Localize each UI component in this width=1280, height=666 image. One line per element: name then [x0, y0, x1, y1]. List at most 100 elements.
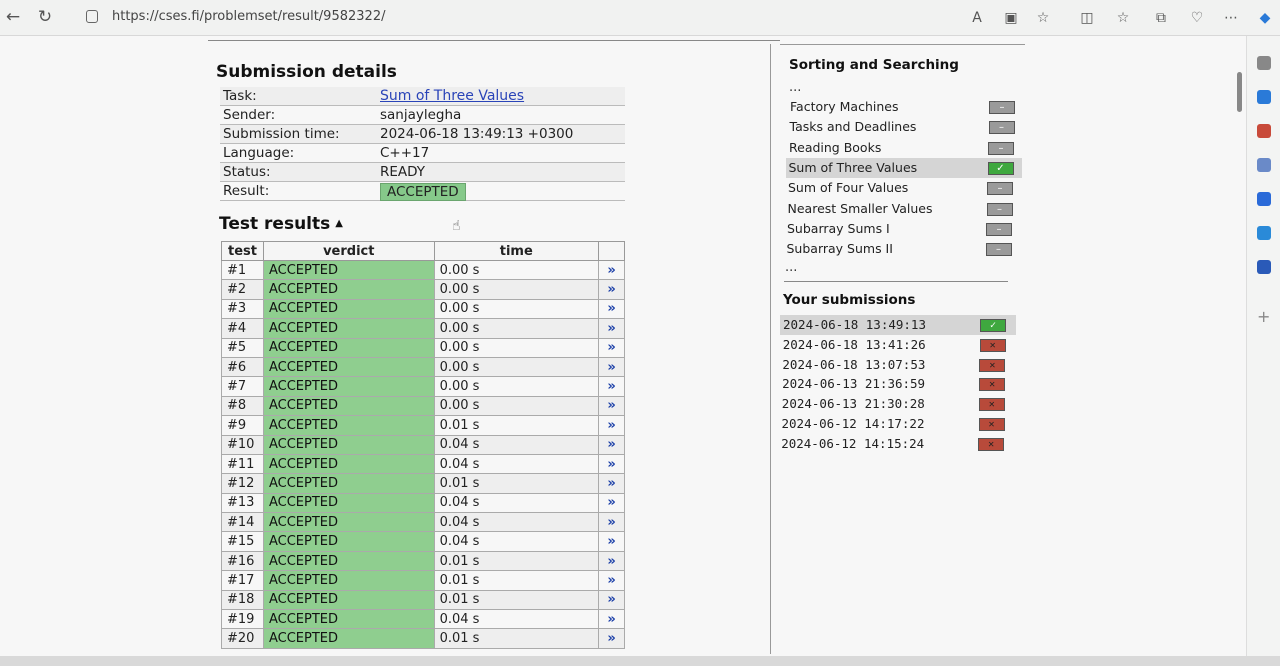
submission-time[interactable]: 2024-06-18 13:07:53	[782, 357, 925, 372]
view-test-icon[interactable]: »	[598, 337, 625, 358]
view-test-icon[interactable]: »	[598, 395, 625, 417]
copilot-icon[interactable]: ◆	[1256, 9, 1274, 27]
task-name[interactable]: Subarray Sums I	[787, 221, 890, 236]
scrollbar-thumb[interactable]	[1237, 72, 1242, 112]
view-test-icon[interactable]: »	[598, 628, 625, 649]
your-submissions-title: Your submissions	[783, 292, 916, 308]
view-test-icon[interactable]: »	[598, 298, 625, 320]
task-item[interactable]: Reading Books –	[786, 138, 1022, 158]
task-item[interactable]: Tasks and Deadlines –	[787, 117, 1023, 137]
submission-time[interactable]: 2024-06-18 13:49:13	[783, 317, 926, 332]
send-icon[interactable]	[1257, 260, 1271, 274]
table-row: #9 ACCEPTED 0.01 s»	[221, 415, 625, 436]
submission-item[interactable]: 2024-06-18 13:07:53 ✕	[779, 355, 1015, 375]
table-row: #11 ACCEPTED 0.04 s»	[221, 453, 625, 475]
test-time: 0.04 s	[433, 492, 600, 514]
view-test-icon[interactable]: »	[598, 570, 625, 591]
address-bar[interactable]: https://cses.fi/problemset/result/958232…	[80, 4, 900, 30]
app-icon[interactable]: ▣	[1002, 9, 1020, 27]
submission-item[interactable]: 2024-06-13 21:30:28 ✕	[779, 394, 1015, 414]
view-test-icon[interactable]: »	[598, 259, 625, 281]
dash-icon: –	[989, 101, 1015, 114]
task-name[interactable]: Tasks and Deadlines	[790, 119, 917, 134]
test-results-table: test verdict time #1 ACCEPTED 0.00 s» #2 ACC…	[221, 241, 625, 649]
task-item[interactable]: Sum of Four Values –	[785, 178, 1021, 198]
submission-item[interactable]: 2024-06-12 14:17:22 ✕	[779, 414, 1015, 434]
task-name[interactable]: Nearest Smaller Values	[788, 201, 933, 216]
view-test-icon[interactable]: »	[598, 453, 625, 475]
detail-key: Result:	[223, 183, 270, 199]
tools-icon[interactable]	[1257, 158, 1271, 172]
task-link[interactable]: Sum of Three Values	[380, 88, 524, 104]
add-icon[interactable]: +	[1257, 309, 1271, 325]
detail-row-result: Result: ACCEPTED	[220, 182, 625, 201]
task-name[interactable]: Sum of Four Values	[788, 180, 908, 195]
cross-icon: ✕	[979, 358, 1006, 372]
view-test-icon[interactable]: »	[598, 492, 625, 514]
view-test-icon[interactable]: »	[598, 318, 625, 339]
back-icon[interactable]: ←	[2, 6, 24, 28]
table-row: #15 ACCEPTED 0.04 s»	[221, 531, 625, 552]
test-verdict: ACCEPTED	[262, 570, 435, 591]
submission-time[interactable]: 2024-06-12 14:17:22	[782, 416, 925, 431]
split-screen-icon[interactable]: ◫	[1078, 9, 1096, 27]
favorites-icon[interactable]: ☆	[1114, 9, 1132, 27]
outlook-icon[interactable]	[1257, 226, 1271, 240]
submission-item[interactable]: 2024-06-13 21:36:59 ✕	[779, 374, 1015, 394]
test-verdict: ACCEPTED	[262, 492, 435, 514]
collections-icon[interactable]: ⧉	[1152, 9, 1170, 27]
table-row: #1 ACCEPTED 0.00 s»	[221, 259, 625, 281]
view-test-icon[interactable]: »	[598, 279, 625, 300]
view-test-icon[interactable]: »	[598, 609, 625, 630]
task-name[interactable]: Reading Books	[789, 140, 881, 155]
search-icon[interactable]	[1257, 56, 1271, 70]
test-number: #3	[221, 298, 264, 320]
task-item[interactable]: Nearest Smaller Values –	[785, 199, 1021, 219]
view-test-icon[interactable]: »	[598, 415, 625, 436]
view-test-icon[interactable]: »	[598, 356, 625, 378]
favorite-star-icon[interactable]: ☆	[1034, 9, 1052, 27]
task-item[interactable]: Sum of Three Values ✓	[785, 157, 1022, 178]
view-test-icon[interactable]: »	[598, 531, 625, 552]
submission-time[interactable]: 2024-06-12 14:15:24	[781, 436, 924, 451]
test-verdict: ACCEPTED	[262, 589, 435, 611]
test-verdict: ACCEPTED	[262, 318, 435, 339]
table-row: #7 ACCEPTED 0.00 s»	[221, 376, 625, 397]
table-row: #6 ACCEPTED 0.00 s»	[221, 356, 625, 378]
view-test-icon[interactable]: »	[598, 512, 625, 533]
task-name[interactable]: Subarray Sums II	[787, 241, 893, 256]
task-item[interactable]: Subarray Sums I –	[784, 219, 1020, 239]
test-verdict: ACCEPTED	[262, 298, 435, 320]
submission-time[interactable]: 2024-06-18 13:41:26	[783, 337, 926, 352]
view-test-icon[interactable]: »	[598, 434, 625, 455]
submission-item[interactable]: 2024-06-18 13:49:13 ✓	[780, 315, 1016, 335]
view-test-icon[interactable]: »	[598, 550, 625, 572]
test-time: 0.01 s	[433, 589, 600, 611]
games-icon[interactable]	[1257, 192, 1271, 206]
view-test-icon[interactable]: »	[598, 589, 625, 611]
test-time: 0.00 s	[433, 279, 600, 300]
test-time: 0.00 s	[433, 337, 600, 358]
shopping-icon[interactable]	[1257, 124, 1271, 138]
test-number: #19	[221, 609, 264, 630]
submission-item[interactable]: 2024-06-12 14:15:24 ✕	[778, 434, 1014, 454]
task-item[interactable]: Factory Machines –	[787, 97, 1023, 117]
dash-icon: –	[987, 182, 1013, 196]
test-results-title[interactable]: Test results ▲	[219, 214, 343, 234]
refresh-icon[interactable]: ↻	[34, 6, 56, 28]
view-test-icon[interactable]: »	[598, 473, 625, 494]
more-menu-icon[interactable]: ⋯	[1222, 9, 1240, 27]
submission-time[interactable]: 2024-06-13 21:30:28	[782, 396, 925, 411]
view-test-icon[interactable]: »	[598, 376, 625, 397]
read-aloud-icon[interactable]: A	[968, 9, 986, 27]
task-item[interactable]: Subarray Sums II –	[784, 239, 1020, 259]
test-number: #14	[221, 512, 264, 533]
copilot-sidebar-icon[interactable]	[1257, 90, 1271, 104]
submission-item[interactable]: 2024-06-18 13:41:26 ✕	[780, 335, 1016, 355]
submission-time[interactable]: 2024-06-13 21:36:59	[782, 376, 925, 391]
task-name[interactable]: Sum of Three Values	[789, 160, 918, 175]
taskbar	[0, 656, 1280, 666]
task-name[interactable]: Factory Machines	[790, 99, 898, 114]
test-time: 0.01 s	[433, 415, 600, 436]
extensions-icon[interactable]: ♡	[1188, 9, 1206, 27]
